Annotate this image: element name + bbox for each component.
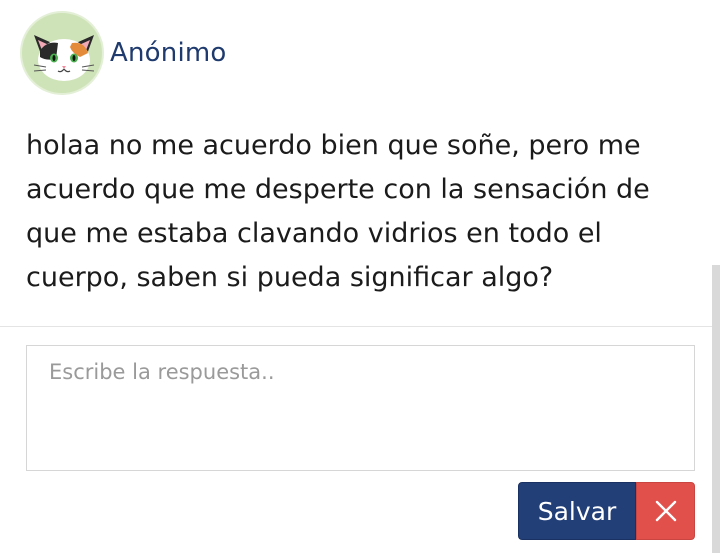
- avatar: [20, 11, 104, 95]
- author-name[interactable]: Anónimo: [110, 38, 227, 68]
- post-header: Anónimo: [20, 10, 227, 96]
- close-button[interactable]: [636, 482, 695, 540]
- post-text: holaa no me acuerdo bien que soñe, pero …: [26, 130, 650, 293]
- divider: [0, 326, 720, 327]
- cat-face-icon: [33, 35, 95, 81]
- reply-input[interactable]: [26, 345, 695, 471]
- scrollbar[interactable]: [712, 265, 720, 553]
- close-icon: [655, 500, 676, 522]
- save-button[interactable]: Salvar: [518, 482, 636, 540]
